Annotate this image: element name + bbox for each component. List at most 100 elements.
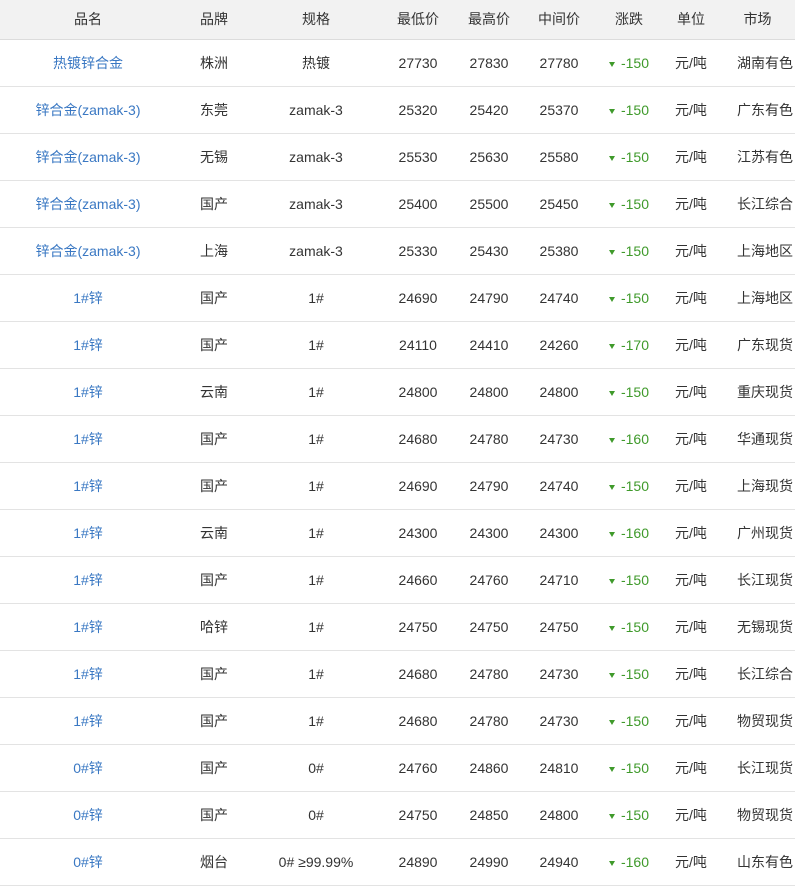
unit-cell: 元/吨 bbox=[662, 368, 720, 416]
table-body: 热镀锌合金 株洲 热镀 27730 27830 27780 -150 元/吨 湖南有色 锌合金(z… bbox=[0, 39, 795, 886]
product-name-link[interactable]: 0#锌 bbox=[73, 760, 103, 776]
change-value: -150 bbox=[620, 242, 650, 259]
low-price-cell: 24680 bbox=[380, 650, 456, 698]
down-arrow-icon bbox=[608, 531, 615, 537]
high-price-cell: 24800 bbox=[456, 368, 522, 416]
unit-cell: 元/吨 bbox=[662, 227, 720, 275]
high-price-cell: 27830 bbox=[456, 39, 522, 87]
market-cell: 重庆现货 bbox=[720, 368, 795, 416]
high-price-cell: 24300 bbox=[456, 509, 522, 557]
product-name-link[interactable]: 1#锌 bbox=[73, 619, 103, 635]
product-name-link[interactable]: 锌合金(zamak-3) bbox=[35, 102, 140, 118]
market-cell: 物贸现货 bbox=[720, 791, 795, 839]
product-name-link[interactable]: 锌合金(zamak-3) bbox=[35, 196, 140, 212]
product-name-link[interactable]: 锌合金(zamak-3) bbox=[35, 149, 140, 165]
change-value: -150 bbox=[620, 665, 650, 682]
product-name-cell: 1#锌 bbox=[0, 274, 176, 322]
spec-cell: zamak-3 bbox=[252, 180, 380, 228]
change-value: -150 bbox=[620, 759, 650, 776]
low-price-cell: 24110 bbox=[380, 321, 456, 369]
change-cell: -150 bbox=[596, 133, 662, 181]
table-row: 1#锌 云南 1# 24800 24800 24800 -150 元/吨 重庆现货 bbox=[0, 368, 795, 416]
change-value: -170 bbox=[620, 336, 650, 353]
spec-cell: 1# bbox=[252, 556, 380, 604]
low-price-cell: 25530 bbox=[380, 133, 456, 181]
unit-cell: 元/吨 bbox=[662, 556, 720, 604]
down-arrow-icon bbox=[608, 766, 615, 772]
change-value: -160 bbox=[620, 430, 650, 447]
product-name-link[interactable]: 1#锌 bbox=[73, 384, 103, 400]
table-row: 1#锌 国产 1# 24680 24780 24730 -150 元/吨 长江综合 bbox=[0, 650, 795, 698]
product-name-link[interactable]: 1#锌 bbox=[73, 337, 103, 353]
low-price-cell: 24890 bbox=[380, 838, 456, 886]
product-name-cell: 热镀锌合金 bbox=[0, 39, 176, 87]
unit-cell: 元/吨 bbox=[662, 180, 720, 228]
table-row: 锌合金(zamak-3) 东莞 zamak-3 25320 25420 25370 -150… bbox=[0, 86, 795, 134]
product-name-link[interactable]: 1#锌 bbox=[73, 478, 103, 494]
header-name: 品名 bbox=[0, 0, 176, 40]
down-arrow-icon bbox=[608, 437, 615, 443]
table-row: 1#锌 国产 1# 24690 24790 24740 -150 元/吨 上海地区 bbox=[0, 274, 795, 322]
table-row: 1#锌 国产 1# 24680 24780 24730 -150 元/吨 物贸现货 bbox=[0, 697, 795, 745]
change-value: -150 bbox=[620, 289, 650, 306]
table-row: 1#锌 国产 1# 24690 24790 24740 -150 元/吨 上海现货 bbox=[0, 462, 795, 510]
down-arrow-icon bbox=[608, 625, 615, 631]
product-name-link[interactable]: 锌合金(zamak-3) bbox=[35, 243, 140, 259]
spec-cell: 1# bbox=[252, 509, 380, 557]
unit-cell: 元/吨 bbox=[662, 509, 720, 557]
brand-cell: 国产 bbox=[176, 650, 252, 698]
brand-cell: 云南 bbox=[176, 368, 252, 416]
high-price-cell: 24780 bbox=[456, 415, 522, 463]
mid-price-cell: 27780 bbox=[522, 39, 596, 87]
low-price-cell: 24690 bbox=[380, 274, 456, 322]
change-value: -150 bbox=[620, 618, 650, 635]
change-cell: -150 bbox=[596, 368, 662, 416]
product-name-cell: 1#锌 bbox=[0, 697, 176, 745]
change-cell: -150 bbox=[596, 180, 662, 228]
product-name-link[interactable]: 1#锌 bbox=[73, 290, 103, 306]
table-row: 1#锌 国产 1# 24110 24410 24260 -170 元/吨 广东现货 bbox=[0, 321, 795, 369]
product-name-cell: 1#锌 bbox=[0, 415, 176, 463]
header-high-price: 最高价 bbox=[456, 0, 522, 40]
table-row: 0#锌 国产 0# 24750 24850 24800 -150 元/吨 物贸现货 bbox=[0, 791, 795, 839]
product-name-cell: 锌合金(zamak-3) bbox=[0, 86, 176, 134]
product-name-link[interactable]: 热镀锌合金 bbox=[53, 55, 123, 71]
change-value: -150 bbox=[620, 54, 650, 71]
change-cell: -150 bbox=[596, 86, 662, 134]
product-name-link[interactable]: 1#锌 bbox=[73, 431, 103, 447]
high-price-cell: 24850 bbox=[456, 791, 522, 839]
product-name-cell: 1#锌 bbox=[0, 462, 176, 510]
product-name-link[interactable]: 1#锌 bbox=[73, 713, 103, 729]
table-row: 锌合金(zamak-3) 上海 zamak-3 25330 25430 25380 -150… bbox=[0, 227, 795, 275]
brand-cell: 株洲 bbox=[176, 39, 252, 87]
spec-cell: 0# bbox=[252, 791, 380, 839]
low-price-cell: 27730 bbox=[380, 39, 456, 87]
product-name-link[interactable]: 0#锌 bbox=[73, 807, 103, 823]
product-name-link[interactable]: 0#锌 bbox=[73, 854, 103, 870]
down-arrow-icon bbox=[608, 343, 615, 349]
low-price-cell: 24760 bbox=[380, 744, 456, 792]
product-name-link[interactable]: 1#锌 bbox=[73, 572, 103, 588]
high-price-cell: 24760 bbox=[456, 556, 522, 604]
down-arrow-icon bbox=[608, 249, 615, 255]
product-name-link[interactable]: 1#锌 bbox=[73, 525, 103, 541]
change-cell: -150 bbox=[596, 603, 662, 651]
mid-price-cell: 24740 bbox=[522, 274, 596, 322]
low-price-cell: 24300 bbox=[380, 509, 456, 557]
product-name-link[interactable]: 1#锌 bbox=[73, 666, 103, 682]
down-arrow-icon bbox=[608, 61, 615, 67]
high-price-cell: 24860 bbox=[456, 744, 522, 792]
down-arrow-icon bbox=[608, 813, 615, 819]
change-value: -150 bbox=[620, 477, 650, 494]
spec-cell: 热镀 bbox=[252, 39, 380, 87]
mid-price-cell: 25370 bbox=[522, 86, 596, 134]
change-value: -160 bbox=[620, 524, 650, 541]
high-price-cell: 25500 bbox=[456, 180, 522, 228]
header-spec: 规格 bbox=[252, 0, 380, 40]
price-table: 品名 品牌 规格 最低价 最高价 中间价 涨跌 单位 市场 热镀锌合金 株洲 热镀 2… bbox=[0, 0, 795, 886]
spec-cell: 1# bbox=[252, 274, 380, 322]
mid-price-cell: 24810 bbox=[522, 744, 596, 792]
change-cell: -150 bbox=[596, 791, 662, 839]
product-name-cell: 锌合金(zamak-3) bbox=[0, 227, 176, 275]
mid-price-cell: 24710 bbox=[522, 556, 596, 604]
